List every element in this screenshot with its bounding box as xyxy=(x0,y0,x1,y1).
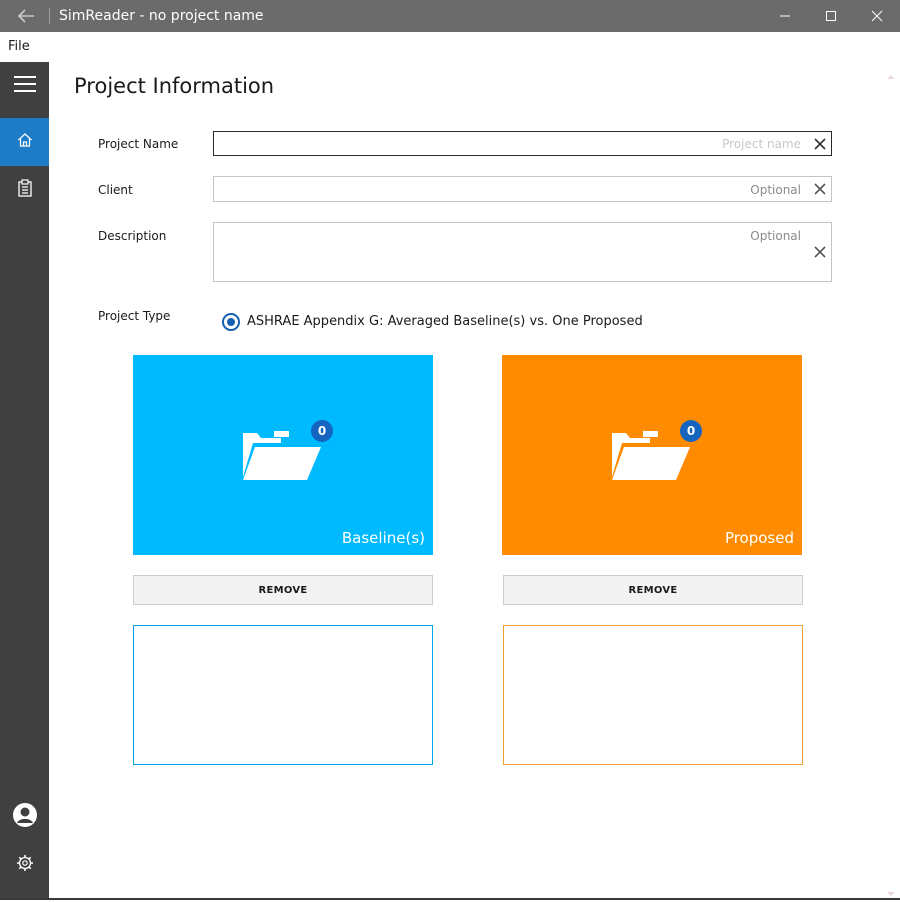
window-title: SimReader - no project name xyxy=(59,8,264,24)
title-separator xyxy=(49,8,50,24)
client-label: Client xyxy=(98,183,133,197)
proposed-file-list[interactable] xyxy=(503,625,803,765)
client-placeholder: Optional xyxy=(750,183,801,197)
client-field[interactable]: Optional xyxy=(213,176,832,202)
baseline-drop-tile[interactable]: 0 Baseline(s) xyxy=(133,355,433,555)
remove-baseline-button[interactable]: REMOVE xyxy=(133,575,433,605)
baseline-tile-label: Baseline(s) xyxy=(341,529,425,547)
description-placeholder: Optional xyxy=(750,229,801,243)
proposed-count-badge: 0 xyxy=(680,420,702,442)
baseline-file-list[interactable] xyxy=(133,625,433,765)
nav-account[interactable] xyxy=(0,793,49,841)
nav-home[interactable] xyxy=(0,118,49,166)
nav-settings[interactable] xyxy=(0,841,49,889)
project-name-field[interactable]: Project name xyxy=(213,131,832,156)
clear-description-icon[interactable] xyxy=(812,244,828,260)
back-arrow-icon[interactable] xyxy=(14,6,38,26)
remove-proposed-button[interactable]: REMOVE xyxy=(503,575,803,605)
proposed-tile-label: Proposed xyxy=(724,529,794,547)
project-type-option-label[interactable]: ASHRAE Appendix G: Averaged Baseline(s) … xyxy=(247,314,643,329)
clipboard-icon xyxy=(17,179,33,201)
description-label: Description xyxy=(98,229,167,243)
project-name-placeholder: Project name xyxy=(722,137,801,151)
clear-client-icon[interactable] xyxy=(812,181,828,197)
title-bar: SimReader - no project name xyxy=(0,0,900,32)
home-icon xyxy=(17,132,33,152)
page-title: Project Information xyxy=(74,74,275,98)
baseline-count-badge: 0 xyxy=(311,420,333,442)
scroll-up-icon[interactable] xyxy=(887,66,895,79)
proposed-drop-tile[interactable]: 0 Proposed xyxy=(502,355,802,555)
clear-project-name-icon[interactable] xyxy=(812,136,828,152)
menu-bar: File xyxy=(0,32,900,62)
nav-clipboard[interactable] xyxy=(0,166,49,214)
hamburger-button[interactable] xyxy=(0,62,49,110)
description-field[interactable]: Optional xyxy=(213,222,832,282)
hamburger-icon xyxy=(13,75,37,97)
gear-icon xyxy=(16,854,34,876)
nav-rail xyxy=(0,62,49,898)
scroll-down-icon[interactable] xyxy=(887,883,895,896)
minimize-button[interactable] xyxy=(762,0,808,32)
file-menu[interactable]: File xyxy=(8,39,30,54)
close-window-button[interactable] xyxy=(854,0,900,32)
maximize-button[interactable] xyxy=(808,0,854,32)
project-type-radio[interactable] xyxy=(222,313,240,331)
project-name-label: Project Name xyxy=(98,137,179,151)
user-icon xyxy=(12,802,38,832)
project-type-label: Project Type xyxy=(98,309,171,323)
